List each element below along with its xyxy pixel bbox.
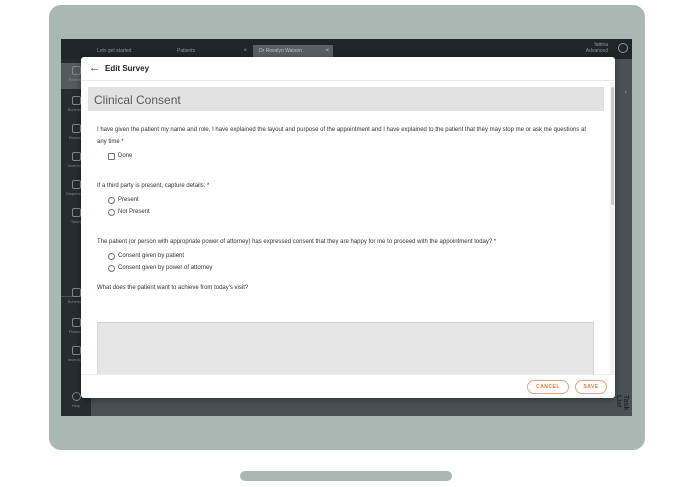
tab-label: Dr Rosalyn Watson: [259, 48, 302, 54]
user-icon[interactable]: [618, 43, 628, 53]
finance-icon: [71, 318, 81, 327]
question-third-party-label: If a third party is present, capture det…: [97, 183, 210, 189]
not-present-radio[interactable]: [108, 209, 115, 216]
question-intro-label: I have given the patient my name and rol…: [97, 127, 586, 145]
option-consent-patient[interactable]: Consent given by patient: [108, 252, 228, 262]
task-list-tab[interactable]: Task List: [615, 395, 629, 416]
option-done[interactable]: Done: [108, 152, 168, 162]
tasks-icon: [71, 208, 81, 217]
back-arrow-icon[interactable]: ←: [89, 62, 100, 74]
dialog-title: Edit Survey: [105, 64, 150, 73]
dialog-body: Clinical Consent I have given the patien…: [81, 82, 615, 374]
option-not-present[interactable]: Not Present: [108, 208, 178, 218]
tab-label: Lets get started: [97, 48, 132, 54]
finance-icon: [71, 124, 81, 133]
question-goal-label: What does the patient want to achieve fr…: [97, 285, 249, 291]
user-info[interactable]: fatima Advanced: [586, 42, 608, 54]
collapse-icon[interactable]: ‹: [625, 89, 627, 96]
box-icon: [71, 152, 81, 161]
option-consent-attorney[interactable]: Consent given by power of attorney: [108, 264, 248, 274]
present-radio[interactable]: [108, 197, 115, 204]
dialog-footer: CANCEL SAVE: [81, 374, 615, 398]
question-consent-label: The patient (or person with appropriate …: [97, 239, 497, 245]
user-role: Advanced: [585, 48, 608, 54]
sidebar-item-label: Help: [71, 403, 81, 408]
patient-goal-textarea[interactable]: [97, 322, 594, 374]
calendar-icon: [71, 288, 81, 297]
help-icon: [71, 392, 81, 401]
option-label: Done: [118, 153, 133, 159]
cancel-button[interactable]: CANCEL: [527, 380, 569, 394]
option-present[interactable]: Present: [108, 196, 168, 206]
option-label: Consent given by patient: [118, 253, 185, 259]
close-icon[interactable]: ×: [243, 48, 247, 54]
dialog-header: ← Edit Survey: [81, 57, 615, 81]
tab-label: Patients: [177, 48, 196, 54]
dialog-scrollbar-thumb[interactable]: [611, 87, 614, 205]
tablet-stand: [240, 471, 452, 481]
consent-patient-radio[interactable]: [108, 253, 115, 260]
option-label: Not Present: [118, 209, 150, 215]
box-icon: [71, 346, 81, 355]
section-title: Clinical Consent: [94, 93, 181, 107]
app-topbar: Lets get started Patients × Dr Rosalyn W…: [61, 39, 632, 59]
option-label: Present: [118, 197, 139, 203]
calendar-icon: [71, 96, 81, 105]
close-icon[interactable]: ×: [325, 48, 329, 54]
sidebar-item-label: Tasks: [70, 219, 82, 224]
done-checkbox[interactable]: [108, 153, 115, 160]
option-label: Consent given by power of attorney: [118, 265, 213, 271]
patients-icon: [71, 66, 81, 75]
dispensary-icon: [71, 180, 81, 189]
section-header: Clinical Consent: [88, 87, 604, 111]
consent-attorney-radio[interactable]: [108, 265, 115, 272]
save-button[interactable]: SAVE: [575, 380, 607, 394]
edit-survey-dialog: ← Edit Survey Clinical Consent I have gi…: [81, 57, 615, 398]
